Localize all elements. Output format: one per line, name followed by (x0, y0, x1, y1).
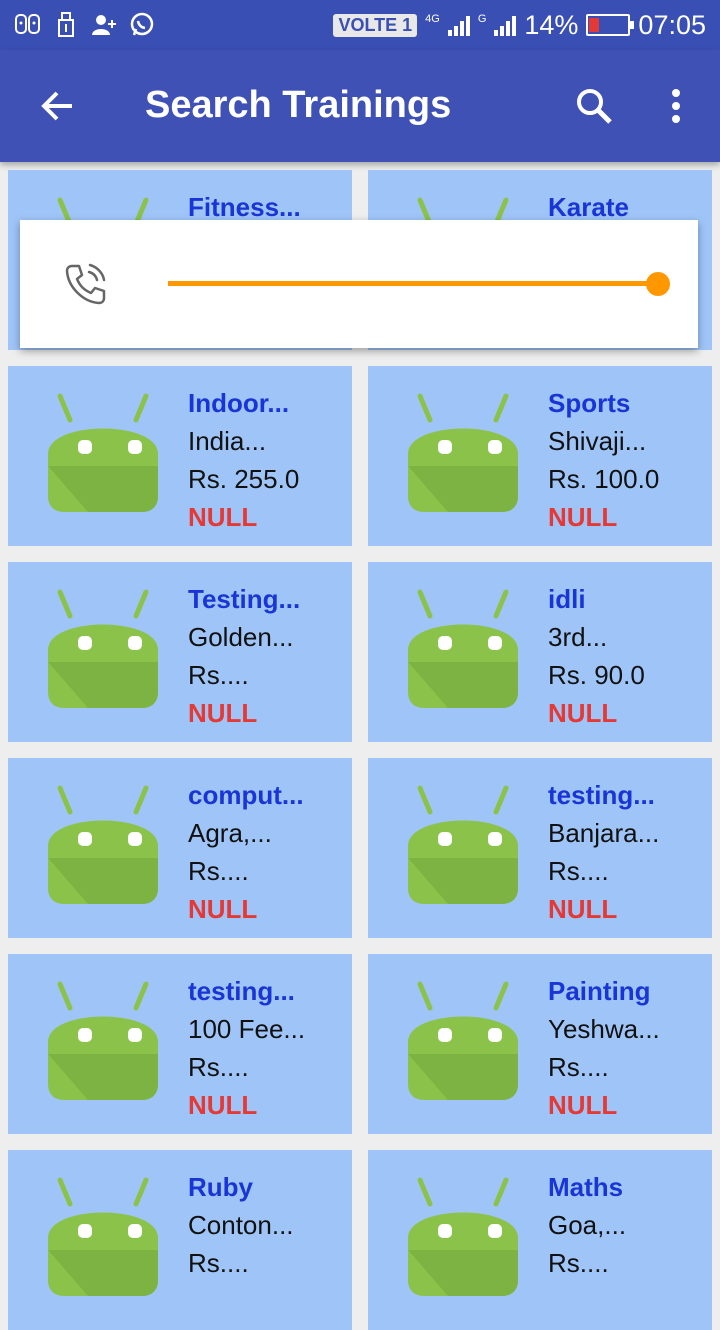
training-name: comput... (188, 780, 304, 810)
training-card[interactable]: Ruby Conton... Rs.... (8, 1150, 352, 1330)
training-status: NULL (548, 1090, 618, 1120)
training-status (188, 1282, 342, 1320)
training-location: Shivaji... (548, 426, 647, 456)
app-bar: Search Trainings (0, 50, 720, 162)
training-status: NULL (188, 894, 258, 924)
signal-icon-2 (494, 14, 517, 36)
battery-percent: 14% (524, 9, 579, 40)
training-card[interactable]: Maths Goa,... Rs.... (368, 1150, 712, 1330)
training-card[interactable]: Indoor... India... Rs. 255.0 NULL (8, 366, 352, 546)
training-card[interactable]: idli 3rd... Rs. 90.0 NULL (368, 562, 712, 742)
training-price: Rs.... (188, 660, 249, 690)
training-name: Ruby (188, 1172, 253, 1202)
page-title: Search Trainings (145, 84, 452, 126)
signal-icon (447, 14, 470, 36)
training-location: India... (188, 426, 267, 456)
training-name: Maths (548, 1172, 624, 1202)
training-name: idli (548, 584, 586, 614)
training-card[interactable]: testing... 100 Fee... Rs.... NULL (8, 954, 352, 1134)
training-status: NULL (188, 502, 258, 532)
notification-icon (14, 11, 42, 39)
training-status (548, 1282, 702, 1320)
volume-slider-track[interactable] (168, 281, 658, 286)
training-price: Rs. 100.0 (548, 464, 660, 494)
volume-slider-thumb[interactable] (646, 272, 670, 296)
status-bar: VOLTE 1 4G G 14% 07:05 (0, 0, 720, 50)
android-robot-icon (408, 1177, 518, 1296)
training-status: NULL (548, 502, 618, 532)
training-name: Indoor... (188, 388, 290, 418)
phone-call-icon (65, 263, 106, 305)
training-name: Testing... (188, 584, 301, 614)
whatsapp-icon (128, 11, 156, 39)
training-card[interactable]: Testing... Golden... Rs.... NULL (8, 562, 352, 742)
training-price: Rs.... (548, 1052, 609, 1082)
training-price: Rs. 90.0 (548, 660, 645, 690)
search-button[interactable] (566, 78, 622, 134)
training-status: NULL (188, 1090, 258, 1120)
android-robot-icon (408, 589, 518, 708)
training-location: 3rd... (548, 622, 608, 652)
training-name: testing... (188, 976, 295, 1006)
training-status: NULL (548, 894, 618, 924)
android-robot-icon (408, 393, 518, 512)
network-type-1: 4G (425, 12, 440, 25)
training-price: Rs.... (188, 1248, 249, 1278)
training-location: Goa,... (548, 1210, 627, 1240)
training-price: Rs.... (188, 856, 249, 886)
battery-icon (586, 14, 635, 36)
training-location: 100 Fee... (188, 1014, 306, 1044)
arrow-back-icon (41, 91, 72, 121)
network-type-2: G (477, 12, 487, 25)
android-robot-icon (48, 1177, 158, 1296)
back-button[interactable] (30, 78, 86, 134)
android-robot-icon (48, 785, 158, 904)
more-vert-icon (672, 89, 680, 123)
clock: 07:05 (638, 9, 706, 40)
search-icon (577, 89, 612, 124)
training-price: Rs.... (548, 856, 609, 886)
training-price: Rs.... (548, 1248, 609, 1278)
training-card[interactable]: Painting Yeshwa... Rs.... NULL (368, 954, 712, 1134)
training-card[interactable]: comput... Agra,... Rs.... NULL (8, 758, 352, 938)
training-name: Painting (548, 976, 651, 1006)
training-card[interactable]: Sports Shivaji... Rs. 100.0 NULL (368, 366, 712, 546)
training-status: NULL (188, 698, 258, 728)
training-name: testing... (548, 780, 655, 810)
training-status: NULL (548, 698, 618, 728)
training-location: Yeshwa... (548, 1014, 660, 1044)
training-card[interactable]: testing... Banjara... Rs.... NULL (368, 758, 712, 938)
training-location: Conton... (188, 1210, 294, 1240)
training-location: Agra,... (188, 818, 272, 848)
android-robot-icon (48, 589, 158, 708)
add-contact-icon (90, 11, 118, 39)
android-robot-icon (48, 981, 158, 1100)
training-name: Sports (548, 388, 631, 418)
android-robot-icon (408, 981, 518, 1100)
training-price: Rs. 255.0 (188, 464, 300, 494)
training-location: Golden... (188, 622, 294, 652)
training-price: Rs.... (188, 1052, 249, 1082)
more-options-button[interactable] (650, 78, 702, 134)
usb-icon (52, 11, 80, 39)
call-volume-panel (20, 220, 698, 348)
volte-badge: VOLTE 1 (333, 13, 418, 37)
android-robot-icon (48, 393, 158, 512)
android-robot-icon (408, 785, 518, 904)
training-location: Banjara... (548, 818, 660, 848)
